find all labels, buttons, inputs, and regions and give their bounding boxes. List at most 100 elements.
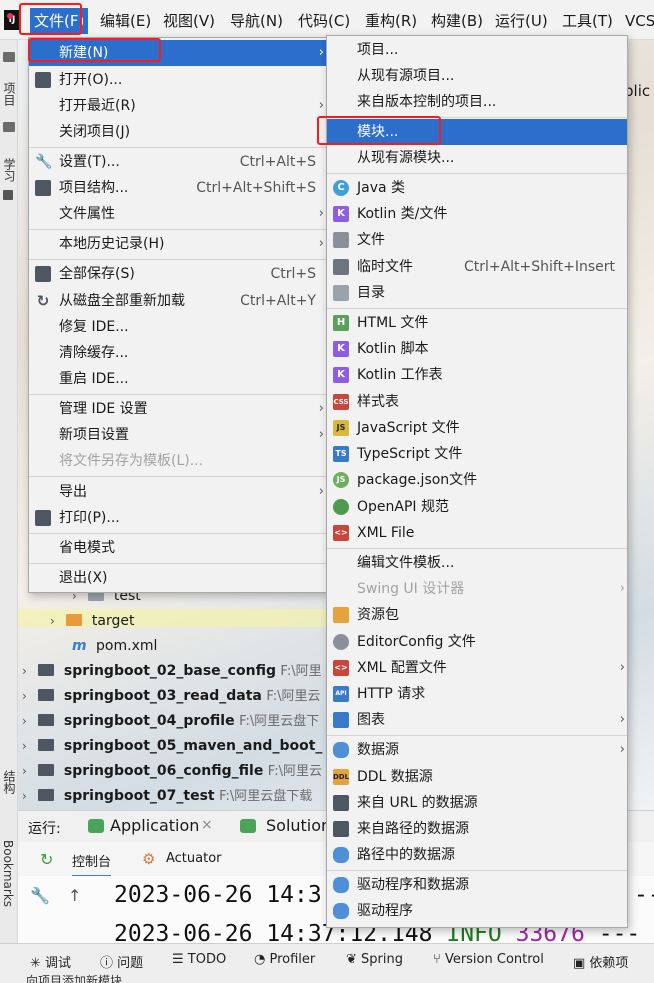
menu-item-project-structure[interactable]: 项目结构... Ctrl+Alt+Shift+S [29, 175, 326, 201]
menu-item-html-file[interactable]: H HTML 文件 [327, 310, 627, 336]
chevron-right-icon[interactable]: › [22, 784, 34, 809]
version-control-button[interactable]: ⑂ Version Control [433, 952, 544, 967]
menu-file[interactable]: 文件(F) [30, 8, 89, 34]
menu-item-scratch-file[interactable]: 临时文件 Ctrl+Alt+Shift+Insert [327, 254, 627, 280]
todo-button[interactable]: ☰ TODO [172, 952, 226, 967]
menu-item-manage-ide-settings[interactable]: 管理 IDE 设置 › [29, 396, 326, 422]
menu-item-editorconfig[interactable]: EditorConfig 文件 [327, 629, 627, 655]
menu-item-diagram[interactable]: 图表 › [327, 707, 627, 733]
chevron-right-icon[interactable]: › [22, 659, 34, 684]
chevron-right-icon[interactable]: › [22, 684, 34, 709]
learn-tool-label[interactable]: 学习 [1, 158, 18, 182]
menu-item-url-data-source[interactable]: 来自 URL 的数据源 [327, 790, 627, 816]
problems-button[interactable]: ⓘ 问题 [100, 952, 143, 971]
menu-code[interactable]: 代码(C) [294, 8, 354, 34]
menu-item-save-all[interactable]: 全部保存(S) Ctrl+S [29, 261, 326, 287]
project-tool-label[interactable]: 项目 [1, 82, 18, 106]
menu-refactor[interactable]: 重构(R) [361, 8, 421, 34]
rerun-icon[interactable]: ↻ [40, 850, 53, 869]
menu-edit[interactable]: 编辑(E) [96, 8, 155, 34]
chevron-right-icon[interactable]: › [50, 609, 62, 634]
menu-item-export[interactable]: 导出 › [29, 479, 326, 505]
menu-view[interactable]: 视图(V) [159, 8, 219, 34]
menu-item-openapi[interactable]: OpenAPI 规范 [327, 494, 627, 520]
menu-item-typescript-file[interactable]: TS TypeScript 文件 [327, 441, 627, 467]
menu-item-data-source[interactable]: 数据源 › [327, 737, 627, 763]
chevron-right-icon: › [619, 660, 625, 675]
menu-item-edit-file-templates[interactable]: 编辑文件模板... [327, 550, 627, 576]
menu-item-exit[interactable]: 退出(X) [29, 565, 326, 591]
chevron-right-icon: › [318, 45, 324, 60]
tree-row-module[interactable]: › springboot_04_profile F:\阿里云盘下 [22, 709, 322, 734]
menu-item-stylesheet[interactable]: CSS 样式表 [327, 389, 627, 415]
menu-item-close-project[interactable]: 关闭项目(J) [29, 119, 326, 145]
menu-run[interactable]: 运行(U) [491, 8, 552, 34]
folder-icon[interactable] [3, 52, 15, 62]
menu-tools[interactable]: 工具(T) [558, 8, 617, 34]
menu-item-settings[interactable]: 🔧 设置(T)... Ctrl+Alt+S [29, 149, 326, 175]
menu-item-project-from-sources[interactable]: 从现有源项目... [327, 63, 627, 89]
tree-row-module[interactable]: › springboot_05_maven_and_boot_ [22, 734, 322, 759]
menu-item-module[interactable]: 模块... [327, 119, 627, 145]
chevron-right-icon[interactable]: › [22, 734, 34, 759]
tree-row-module[interactable]: › springboot_07_test F:\阿里云盘下载 [22, 784, 322, 809]
menu-item-new-project-settings[interactable]: 新项目设置 › [29, 422, 326, 448]
menu-item-repair-ide[interactable]: 修复 IDE... [29, 314, 326, 340]
menu-item-kotlin-class[interactable]: K Kotlin 类/文件 [327, 201, 627, 227]
tree-row-module[interactable]: › springboot_02_base_config F:\阿里 [22, 659, 322, 684]
tree-row-module[interactable]: › springboot_06_config_file F:\阿里云 [22, 759, 322, 784]
menu-build[interactable]: 构建(B) [427, 8, 487, 34]
menu-item-drivers[interactable]: 驱动程序 [327, 898, 627, 924]
menu-item-directory[interactable]: 目录 [327, 280, 627, 306]
menu-item-restart-ide[interactable]: 重启 IDE... [29, 366, 326, 392]
menu-item-open-recent[interactable]: 打开最近(R) › [29, 93, 326, 119]
wrench-icon[interactable]: 🔧 [30, 886, 50, 905]
app-logo-icon: IJ [4, 10, 20, 30]
xml-file-icon: <> [333, 660, 349, 676]
menu-item-file-properties[interactable]: 文件属性 › [29, 201, 326, 227]
menu-vcs[interactable]: VCS [621, 8, 654, 34]
close-tab-icon[interactable]: × [201, 817, 213, 833]
tree-row-module[interactable]: › springboot_03_read_data F:\阿里云 [22, 684, 322, 709]
dependencies-button[interactable]: ▣ 依赖项 [573, 952, 628, 971]
menu-item-project-from-vcs[interactable]: 来自版本控制的项目... [327, 89, 627, 115]
profiler-button[interactable]: ◔ Profiler [254, 952, 315, 967]
menu-navigate[interactable]: 导航(N) [226, 8, 287, 34]
chevron-right-icon[interactable]: › [22, 709, 34, 734]
menu-item-ddl-data-source[interactable]: DDL DDL 数据源 [327, 764, 627, 790]
run-tab-solution[interactable]: Solution [266, 816, 331, 835]
menu-item-javascript-file[interactable]: JS JavaScript 文件 [327, 415, 627, 441]
menu-item-xml-config[interactable]: <> XML 配置文件 › [327, 655, 627, 681]
menu-item-xml-file[interactable]: <> XML File [327, 520, 627, 546]
menu-item-open[interactable]: 打开(O)... [29, 67, 326, 93]
menu-item-new-project[interactable]: 项目... [327, 37, 627, 63]
menu-item-print[interactable]: 打印(P)... [29, 505, 326, 531]
bookmarks-tool-label[interactable]: Bookmarks [1, 840, 15, 907]
menu-item-drivers-and-data-sources[interactable]: 驱动程序和数据源 [327, 872, 627, 898]
menu-item-reload-all[interactable]: ↻ 从磁盘全部重新加载 Ctrl+Alt+Y [29, 288, 326, 314]
menu-item-power-save[interactable]: 省电模式 [29, 535, 326, 561]
menu-item-data-source-in-path[interactable]: 路径中的数据源 [327, 842, 627, 868]
menu-item-package-json[interactable]: JS package.json文件 [327, 467, 627, 493]
structure-tool-label[interactable]: 结构 [1, 770, 18, 794]
menu-item-file[interactable]: 文件 [327, 227, 627, 253]
menu-item-invalidate-caches[interactable]: 清除缓存... [29, 340, 326, 366]
menu-item-kotlin-script[interactable]: K Kotlin 脚本 [327, 336, 627, 362]
arrow-up-icon[interactable]: ↑ [68, 886, 81, 905]
menu-item-new[interactable]: 新建(N) › [29, 40, 326, 66]
tree-row-target[interactable]: › target [50, 609, 350, 634]
menu-item-local-history[interactable]: 本地历史记录(H) › [29, 231, 326, 257]
tab-actuator[interactable]: Actuator [166, 851, 222, 866]
run-tab-application[interactable]: Application [110, 816, 199, 835]
menu-item-resource-bundle[interactable]: 资源包 [327, 602, 627, 628]
menu-item-http-request[interactable]: API HTTP 请求 [327, 681, 627, 707]
spring-button[interactable]: ❦ Spring [346, 952, 403, 967]
debug-button[interactable]: ✳ 调试 [30, 952, 71, 971]
menu-item-java-class[interactable]: C Java 类 [327, 175, 627, 201]
tab-console[interactable]: 控制台 [72, 851, 112, 878]
chevron-right-icon[interactable]: › [22, 759, 34, 784]
menu-item-module-from-sources[interactable]: 从现有源模块... [327, 145, 627, 171]
menu-item-kotlin-worksheet[interactable]: K Kotlin 工作表 [327, 362, 627, 388]
spring-app-icon [240, 819, 256, 833]
menu-item-path-data-source[interactable]: 来自路径的数据源 [327, 816, 627, 842]
